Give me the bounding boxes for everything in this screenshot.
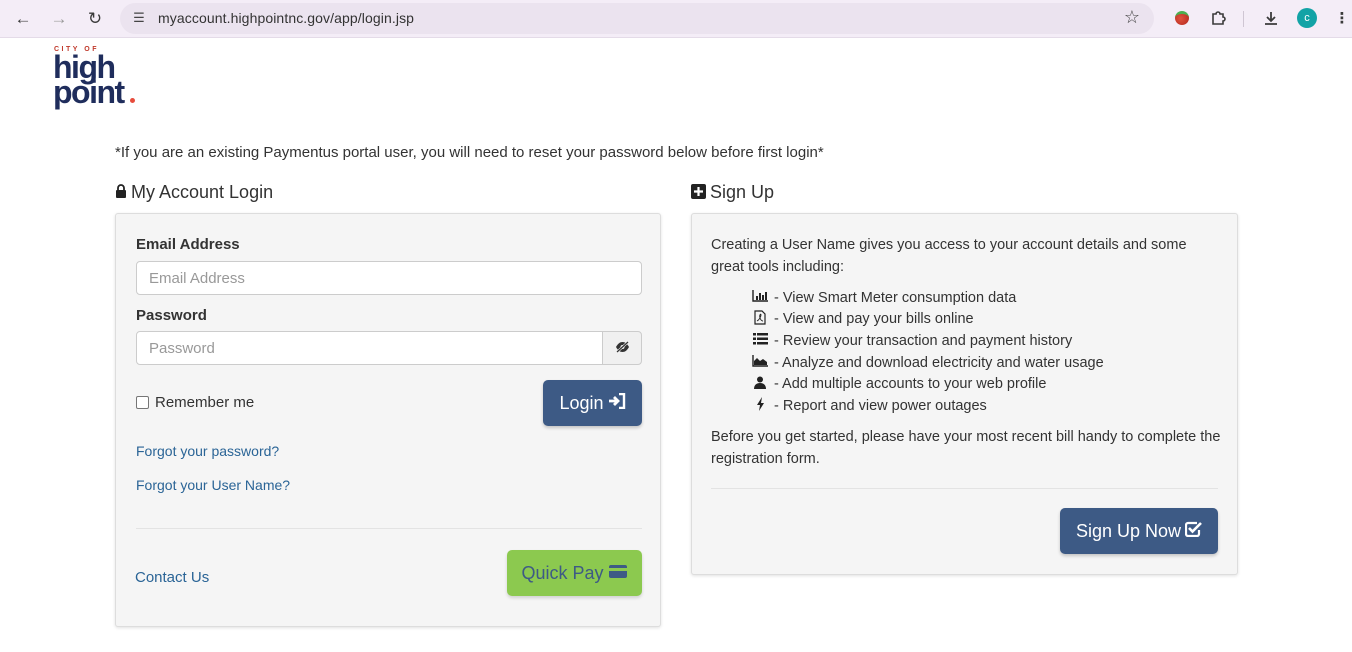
- profile-avatar[interactable]: c: [1297, 8, 1317, 28]
- more-menu-icon[interactable]: ⋮: [1332, 8, 1352, 28]
- bolt-icon: [752, 397, 768, 414]
- lock-icon: [115, 184, 127, 201]
- feature-item: - Add multiple accounts to your web prof…: [752, 373, 1104, 395]
- check-square-icon: [1184, 521, 1202, 542]
- bookmark-star-icon[interactable]: ☆: [1124, 7, 1140, 28]
- sign-up-now-button[interactable]: Sign Up Now: [1060, 508, 1218, 554]
- sign-in-icon: [608, 392, 626, 414]
- bar-chart-icon: [752, 290, 768, 305]
- forward-arrow-icon[interactable]: →: [46, 6, 72, 32]
- site-info-icon[interactable]: ☰: [130, 9, 148, 27]
- login-divider: [136, 528, 642, 529]
- list-icon: [752, 333, 768, 348]
- quick-pay-button[interactable]: Quick Pay: [507, 550, 642, 596]
- url-text[interactable]: myaccount.highpointnc.gov/app/login.jsp: [158, 10, 414, 26]
- forgot-password-link[interactable]: Forgot your password?: [136, 443, 279, 459]
- login-panel: Email Address Email Address Password Pas…: [115, 213, 661, 627]
- toolbar-separator: [1243, 11, 1244, 27]
- remember-me[interactable]: Remember me: [136, 394, 254, 411]
- contact-us-link[interactable]: Contact Us: [135, 569, 209, 586]
- signup-panel: Creating a User Name gives you access to…: [691, 213, 1238, 575]
- user-icon: [752, 376, 768, 392]
- email-input[interactable]: Email Address: [136, 261, 642, 295]
- feature-item: - Analyze and download electricity and w…: [752, 352, 1104, 374]
- signup-intro: Creating a User Name gives you access to…: [711, 237, 1187, 275]
- feature-item: - View Smart Meter consumption data: [752, 287, 1104, 309]
- extension-tomato-icon[interactable]: [1172, 8, 1192, 28]
- credit-card-icon: [608, 563, 628, 584]
- download-icon[interactable]: [1261, 8, 1281, 28]
- paymentus-notice: *If you are an existing Paymentus portal…: [115, 144, 824, 161]
- signup-title-text: Sign Up: [710, 182, 775, 202]
- forgot-username-link[interactable]: Forgot your User Name?: [136, 477, 290, 493]
- area-chart-icon: [752, 355, 768, 370]
- feature-item: - Review your transaction and payment hi…: [752, 330, 1104, 352]
- password-input[interactable]: Password: [136, 331, 603, 365]
- remember-me-label[interactable]: Remember me: [155, 394, 254, 411]
- sign-up-now-label: Sign Up Now: [1075, 520, 1182, 541]
- logo-dot: [130, 98, 135, 103]
- feature-item: - Report and view power outages: [752, 395, 1104, 417]
- high-point-logo[interactable]: CITY OF high point: [53, 46, 143, 110]
- toggle-password-visibility-button[interactable]: [602, 331, 642, 365]
- feature-item: - View and pay your bills online: [752, 309, 1104, 331]
- login-button[interactable]: Login: [543, 380, 642, 426]
- extensions-puzzle-icon[interactable]: [1208, 8, 1228, 28]
- reload-icon[interactable]: ↻: [82, 6, 108, 32]
- remember-me-checkbox[interactable]: [136, 396, 149, 409]
- feature-list: - View Smart Meter consumption data - Vi…: [752, 287, 1104, 417]
- signup-divider: [711, 488, 1218, 489]
- email-label: Email Address: [136, 236, 240, 253]
- back-arrow-icon[interactable]: ←: [10, 6, 36, 32]
- logo-point: point: [53, 74, 125, 110]
- pdf-file-icon: [752, 310, 768, 328]
- login-title: My Account Login: [115, 182, 273, 203]
- login-button-label: Login: [559, 392, 604, 413]
- password-label: Password: [136, 307, 207, 324]
- browser-toolbar: ← → ↻ ☰ myaccount.highpointnc.gov/app/lo…: [0, 0, 1352, 38]
- signup-outro: Before you get started, please have your…: [711, 429, 1221, 467]
- login-title-text: My Account Login: [131, 182, 274, 202]
- quick-pay-label: Quick Pay: [521, 562, 604, 583]
- signup-title: Sign Up: [691, 182, 774, 203]
- eye-slash-icon: [615, 340, 630, 356]
- address-bar[interactable]: ☰ myaccount.highpointnc.gov/app/login.js…: [120, 3, 1154, 34]
- plus-square-icon: [691, 183, 706, 202]
